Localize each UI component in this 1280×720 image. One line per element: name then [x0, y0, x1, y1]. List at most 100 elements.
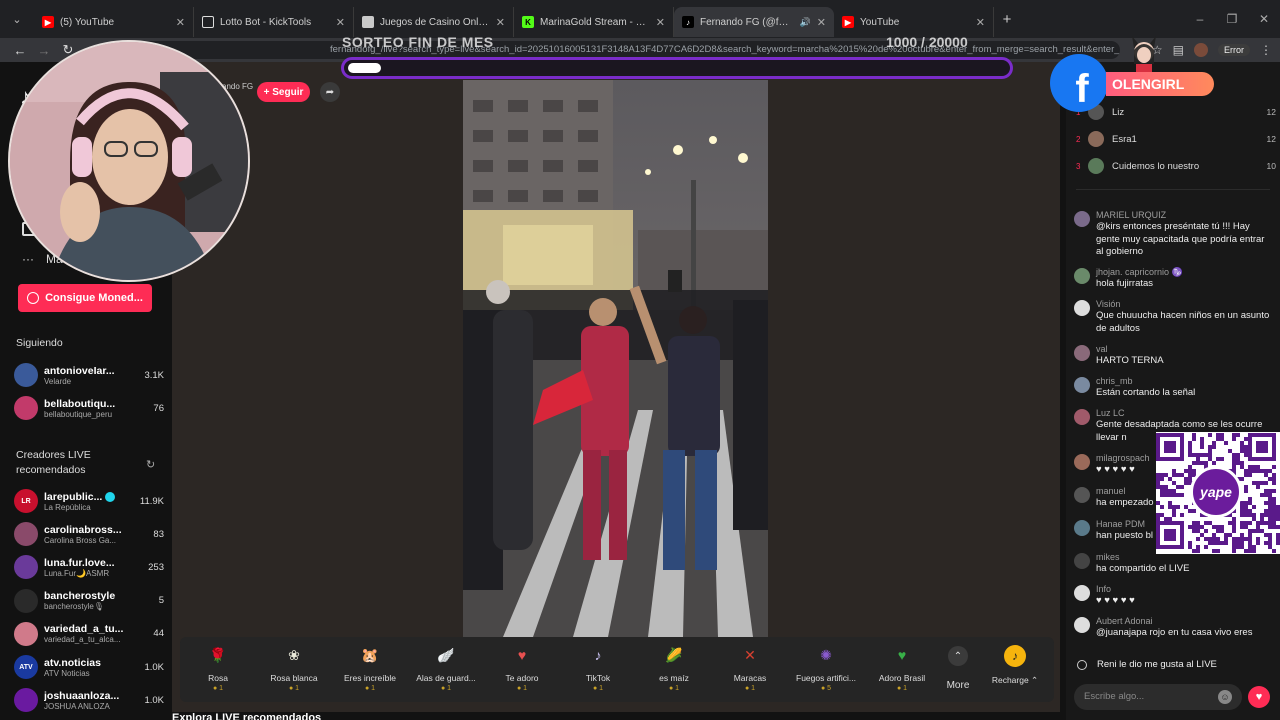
commenter-avatar — [1074, 617, 1090, 633]
gift-item[interactable]: 🪽 Alas de guard... ● 1 — [408, 643, 484, 693]
commenter-avatar — [1074, 377, 1090, 393]
tab-title: Lotto Bot - KickTools — [220, 16, 312, 28]
close-window-icon[interactable]: ✕ — [1248, 0, 1280, 38]
follow-button[interactable]: + Seguir — [257, 82, 310, 102]
forward-icon[interactable]: → — [32, 43, 56, 58]
gift-item[interactable]: ♪ TikTok ● 1 — [560, 643, 636, 692]
account-subtitle: Velarde — [44, 376, 72, 386]
chat-input[interactable]: Escribe algo... — [1074, 684, 1242, 710]
chat-comment[interactable]: Aubert Adonai @juanajapa rojo en tu casa … — [1074, 615, 1274, 640]
browser-tab[interactable]: ♪ Fernando FG (@fernandofg 🔊 ✕ — [674, 7, 834, 37]
gift-name: Rosa — [208, 673, 228, 683]
gift-item[interactable]: 🌹 Rosa ● 1 — [180, 643, 256, 693]
browser-tab[interactable]: Lotto Bot - KickTools ✕ — [194, 7, 354, 37]
casino-icon — [362, 16, 374, 28]
sidebar-account[interactable]: variedad_a_tu... variedad_a_tu_alca... 44 — [14, 619, 164, 649]
gift-item[interactable]: ♥ Te adoro ● 1 — [484, 643, 560, 692]
ranking-row[interactable]: 1 Liz 12 — [1076, 102, 1276, 122]
close-tab-icon[interactable]: ✕ — [976, 16, 985, 29]
browser-tab[interactable]: ▶ (5) YouTube ✕ — [34, 7, 194, 37]
ranking-name: Liz — [1112, 106, 1125, 118]
close-tab-icon[interactable]: ✕ — [817, 16, 826, 29]
more-gifts-button[interactable]: ⌃ More — [940, 643, 976, 691]
share-icon[interactable]: ➦ — [320, 82, 340, 102]
chat-comment[interactable]: val HARTO TERNA — [1074, 343, 1274, 368]
menu-icon[interactable]: ⋮ — [1260, 43, 1272, 57]
browser-tab[interactable]: Juegos de Casino Online | Apu ✕ — [354, 7, 514, 37]
like-heart-icon[interactable]: ♥ — [1248, 686, 1270, 708]
close-tab-icon[interactable]: ✕ — [656, 16, 665, 29]
commenter-avatar — [1074, 585, 1090, 601]
ranking-score: 10 — [1266, 161, 1276, 171]
account-name-text: variedad_a_tu... — [44, 623, 124, 636]
new-tab-button[interactable]: + — [994, 11, 1020, 28]
close-tab-icon[interactable]: ✕ — [176, 16, 185, 29]
error-badge[interactable]: Error — [1218, 44, 1250, 56]
get-coins-button[interactable]: Consigue Moned... — [18, 284, 152, 312]
account-name: atv.noticias — [44, 657, 136, 669]
refresh-icon[interactable]: ↻ — [146, 458, 155, 471]
chat-comment[interactable]: chris_mb Están cortando la señal — [1074, 375, 1274, 400]
hamster-icon: 🐹 — [361, 646, 379, 663]
fireworks-icon: ✺ — [820, 646, 832, 663]
commenter-avatar — [1074, 345, 1090, 361]
browser-tab[interactable]: ▶ YouTube ✕ — [834, 7, 994, 37]
close-tab-icon[interactable]: ✕ — [336, 16, 345, 29]
speaker-icon[interactable]: 🔊 — [800, 17, 811, 28]
corn-icon: 🌽 — [665, 646, 683, 663]
viewer-count: 1.0K — [144, 661, 164, 673]
ranking-row[interactable]: 3 Cuidemos lo nuestro 10 — [1076, 156, 1276, 176]
chat-comment[interactable]: MARIEL URQUIZ @kirs entonces preséntate t… — [1074, 209, 1274, 259]
account-avatar — [14, 621, 38, 646]
sidebar-account[interactable]: LR larepublic... La República 11.9K — [14, 486, 164, 516]
sidebar-account[interactable]: antonioveIar... Velarde 3.1K — [14, 360, 164, 390]
tab-list: ▶ (5) YouTube ✕ Lotto Bot - KickTools ✕ Juego… — [34, 1, 994, 37]
gift-item[interactable]: ✕ Maracas ● 1 — [712, 643, 788, 693]
comment-text: ha compartido el LIVE — [1096, 563, 1190, 574]
gift-name: Te adoro — [505, 673, 539, 683]
chat-comment[interactable]: Visión Que chuuucha hacen niños en un asu… — [1074, 298, 1274, 335]
profile-avatar[interactable] — [1194, 43, 1208, 57]
sidebar-account[interactable]: bancherostyle bancherostyle🎙 5 — [14, 586, 164, 616]
youtube-icon: ▶ — [842, 16, 854, 28]
chat-comment[interactable]: jhojan. capricornio ♑ hola fujirratas — [1074, 266, 1274, 291]
chat-panel: 1 Liz 12 2 Esra1 12 3 Cuidemos lo nuestro 10 MAR… — [1066, 62, 1280, 720]
browser-tab[interactable]: K MarinaGold Stream - Watch Liv ✕ — [514, 7, 674, 37]
sidebar-account[interactable]: ATV atv.noticias ATV Noticias 1.0K — [14, 652, 164, 682]
ranking-row[interactable]: 2 Esra1 12 — [1076, 129, 1276, 149]
emoji-icon[interactable]: ☺ — [1218, 690, 1232, 704]
close-tab-icon[interactable]: ✕ — [496, 16, 505, 29]
gift-price-value: 5 — [827, 685, 832, 692]
gift-item[interactable]: ♥ Adoro Brasil ● 1 — [864, 643, 940, 692]
gift-item[interactable]: ✺ Fuegos artifici... ● 5 — [788, 643, 864, 693]
sidebar-account[interactable]: bellaboutiqu... bellaboutique_peru 76 — [14, 393, 164, 423]
gift-item[interactable]: 🌽 es maíz ● 1 — [636, 643, 712, 693]
comment-username: Visión — [1096, 299, 1121, 309]
sidebar-account[interactable]: luna.fur.love... Luna.Fur🌙ASMR 253 — [14, 552, 164, 582]
minimize-icon[interactable]: – — [1184, 0, 1216, 38]
sidebar-account[interactable]: carolinabross... Carolina Bross Ga... 83 — [14, 519, 164, 549]
sidebar-account[interactable]: joshuaanloza... JOSHUA ANLOZA 1.0K — [14, 685, 164, 715]
account-subtitle: Carolina Bross Ga... — [44, 535, 117, 545]
chat-comment[interactable]: Info ♥ ♥ ♥ ♥ ♥ — [1074, 583, 1274, 608]
account-subtitle: JOSHUA ANLOZA — [44, 701, 110, 711]
recharge-button[interactable]: ♪ Recharge ⌃ — [990, 643, 1040, 686]
browser-window: ⌄ ▶ (5) YouTube ✕ Lotto Bot - KickTools ✕ Jue… — [0, 0, 1280, 720]
chat-comment[interactable]: Reni le dio me gusta al LIVE — [1074, 659, 1274, 672]
account-name: carolinabross... — [44, 524, 136, 536]
gift-item[interactable]: 🐹 Eres increíble ● 1 — [332, 643, 408, 693]
tab-search-icon[interactable]: ⌄ — [0, 0, 34, 38]
gift-item[interactable]: ❀ Rosa blanca ● 1 — [256, 643, 332, 693]
account-name: luna.fur.love... — [44, 557, 136, 569]
back-icon[interactable]: ← — [8, 43, 32, 58]
account-avatar: LR — [14, 489, 38, 513]
commenter-avatar — [1074, 454, 1090, 470]
restore-icon[interactable]: ❐ — [1216, 0, 1248, 38]
commenter-avatar — [1074, 553, 1090, 569]
account-name-text: carolinabross... — [44, 523, 122, 536]
viewer-count: 44 — [153, 628, 164, 640]
extensions-icon[interactable]: ▤ — [1173, 43, 1184, 57]
live-video[interactable] — [463, 80, 768, 637]
chat-comment[interactable]: mikes ha compartido el LIVE — [1074, 551, 1274, 576]
following-heading: Siguiendo — [16, 337, 63, 349]
